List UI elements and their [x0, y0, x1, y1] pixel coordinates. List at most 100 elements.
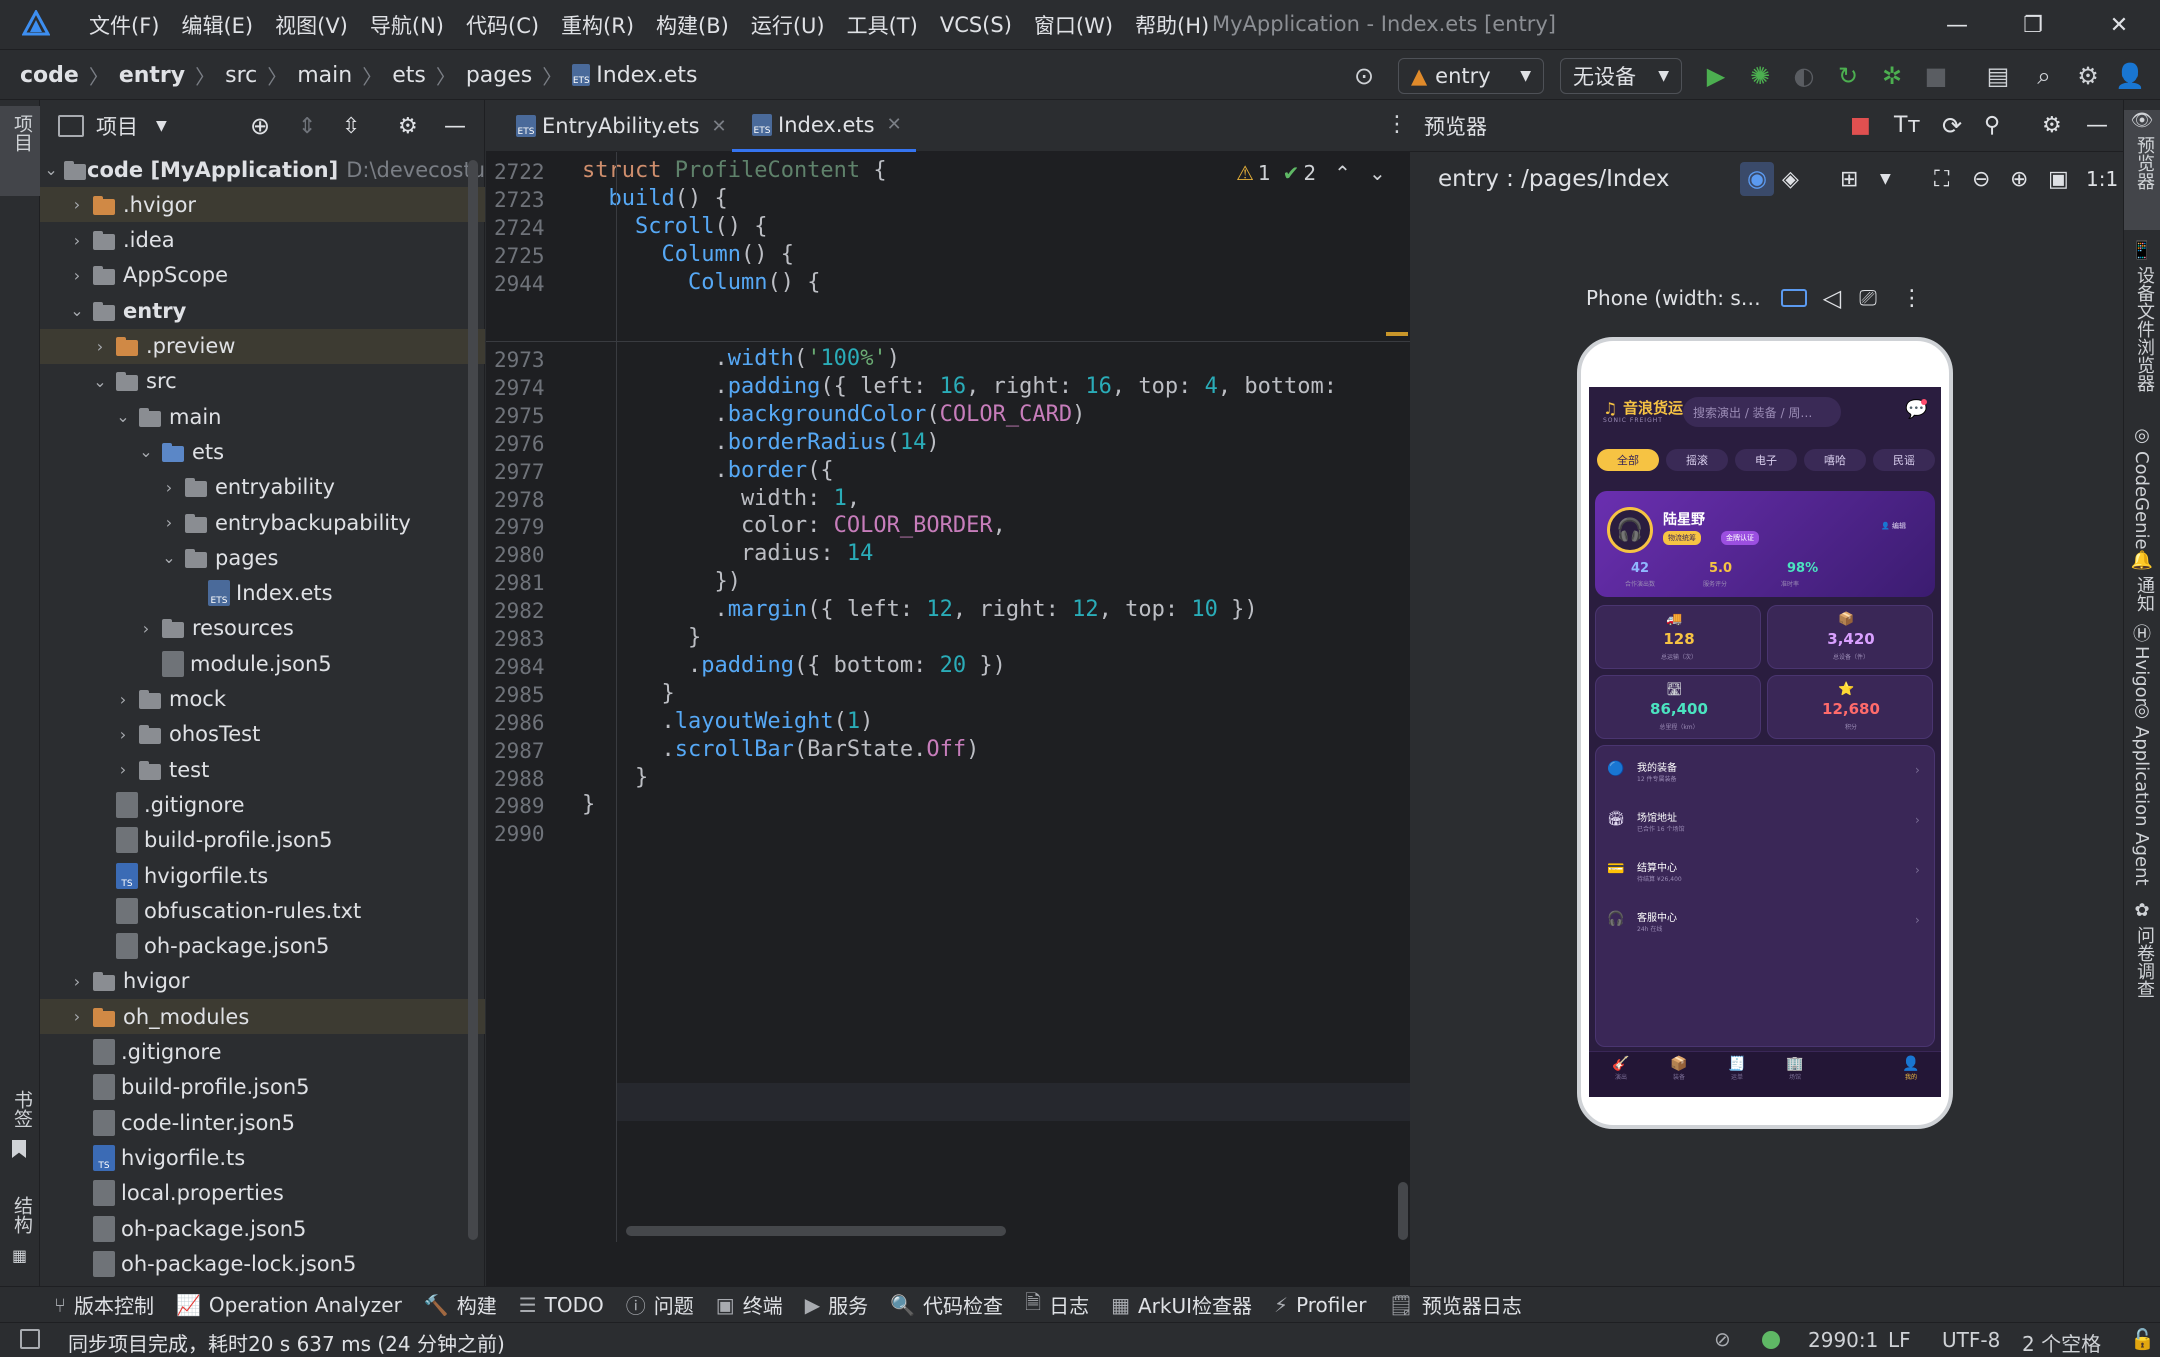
code-line[interactable]: .layoutWeight(1)	[582, 709, 873, 734]
vertical-scrollbar[interactable]	[1398, 1182, 1408, 1240]
menu-item[interactable]: 代码(C)	[455, 10, 550, 40]
chevron-up-icon[interactable]: ⌃	[1334, 161, 1351, 185]
minimize-button[interactable]: —	[1922, 0, 1992, 50]
tree-item[interactable]: ETS Index.ets	[40, 576, 485, 611]
code-line[interactable]: build() {	[582, 186, 728, 211]
inspector-icon[interactable]: ◉	[1740, 162, 1774, 196]
code-line[interactable]: .border({	[582, 458, 833, 483]
bottom-tool-tab[interactable]: 🗒 预览器日志	[1388, 1290, 1521, 1319]
hide-panel-icon[interactable]: —	[444, 114, 466, 139]
attach-debugger-icon[interactable]: ✲	[1876, 60, 1908, 92]
bottom-tool-tab[interactable]: ⚡ Profiler	[1274, 1293, 1366, 1317]
bottom-tool-tab[interactable]: ⓘ 问题	[626, 1290, 694, 1319]
zoom-out-icon[interactable]: ⊖	[1972, 167, 1990, 192]
stop-preview-icon[interactable]: ■	[1850, 113, 1871, 138]
code-line[interactable]: radius: 14	[582, 541, 873, 566]
menu-item[interactable]: VCS(S)	[929, 13, 1023, 37]
chevron-right-icon[interactable]: ›	[90, 337, 110, 356]
code-line[interactable]: }	[582, 792, 595, 817]
bottom-tool-tab[interactable]: 🔨 构建	[424, 1290, 497, 1319]
breadcrumb-item[interactable]: entry	[119, 63, 185, 88]
menu-item[interactable]: 构建(B)	[645, 10, 740, 40]
zoom-in-icon[interactable]: ⊕	[2010, 167, 2028, 192]
tree-item[interactable]: ⌄ code [MyApplication] D:\devecostu	[40, 152, 485, 187]
chevron-right-icon[interactable]: ›	[67, 1007, 87, 1026]
close-button[interactable]: ✕	[2084, 0, 2154, 50]
tree-item[interactable]: › oh_modules	[40, 999, 485, 1035]
right-tool-button[interactable]: Ⓗ Hvigor	[2124, 620, 2160, 705]
code-line[interactable]: .backgroundColor(COLOR_CARD)	[582, 402, 1085, 427]
bottom-tool-tab[interactable]: ⑂ 版本控制	[54, 1290, 154, 1319]
code-line[interactable]: Column() {	[582, 242, 793, 267]
stop-icon[interactable]: ■	[1920, 60, 1952, 92]
tree-item[interactable]: › entrybackupability	[40, 505, 485, 540]
run-icon[interactable]: ▶	[1700, 60, 1732, 92]
breadcrumb-item[interactable]: ets	[392, 63, 426, 88]
bottom-nav-item[interactable]: 🏢 场馆	[1767, 1056, 1823, 1096]
menu-item[interactable]: 编辑(E)	[170, 10, 264, 40]
device-selector[interactable]: 无设备 ▼	[1560, 58, 1682, 94]
multi-device-icon[interactable]: ⊞	[1840, 167, 1858, 192]
breadcrumb-item[interactable]: pages	[466, 63, 532, 88]
bottom-tool-tab[interactable]: ▦ ArkUI检查器	[1111, 1290, 1252, 1319]
tree-item[interactable]: .gitignore	[40, 1035, 485, 1070]
category-chip[interactable]: 全部	[1597, 449, 1659, 471]
menu-item[interactable]: 文件(F)	[78, 10, 170, 40]
profile-menu-item[interactable]: 🏟 场馆地址 已合作 16 个场馆 ›	[1595, 799, 1935, 845]
line-ending[interactable]: LF	[1888, 1328, 1911, 1352]
layers-icon[interactable]: ◈	[1782, 167, 1799, 192]
code-line[interactable]: }	[582, 681, 674, 706]
tree-item[interactable]: ⌄ ets	[40, 434, 485, 469]
tree-item[interactable]: › test	[40, 752, 485, 787]
status-message[interactable]: 同步项目完成，耗时20 s 637 ms (24 分钟之前)	[68, 1328, 505, 1357]
breadcrumb-item[interactable]: src	[225, 63, 257, 88]
inspection-widget[interactable]: ⚠ 1 ✔ 2 ⌃ ⌄	[1236, 158, 1386, 188]
tree-item[interactable]: .gitignore	[40, 787, 485, 822]
chevron-down-icon[interactable]: ▼	[1880, 171, 1891, 187]
hide-panel-icon[interactable]: —	[2086, 113, 2108, 138]
tree-item[interactable]: oh-package-lock.json5	[40, 1246, 485, 1281]
breadcrumb-item[interactable]: code	[20, 63, 79, 88]
cursor-position[interactable]: 2990:1	[1808, 1328, 1878, 1352]
fit-icon[interactable]: ▣	[2048, 167, 2069, 192]
tree-item[interactable]: obfuscation-rules.txt	[40, 893, 485, 928]
category-chip[interactable]: 民谣	[1873, 449, 1935, 471]
device-type-icon[interactable]	[1780, 289, 1807, 307]
structure-tool-button[interactable]: 结构 ▦	[0, 1196, 40, 1276]
tree-item[interactable]: ⌄ entry	[40, 293, 485, 328]
chevron-down-icon[interactable]: ▼	[156, 118, 167, 134]
code-line[interactable]: .padding({ left: 16, right: 16, top: 4, …	[582, 374, 1350, 399]
target-icon[interactable]: ⊙	[1348, 60, 1380, 92]
status-ok-icon[interactable]	[1762, 1331, 1780, 1349]
chevron-right-icon[interactable]: ›	[159, 513, 179, 532]
project-panel-title[interactable]: 项目	[96, 111, 138, 141]
refresh-icon[interactable]: ⟳	[1942, 112, 1962, 140]
tab-entryability[interactable]: ETS EntryAbility.ets ✕	[496, 100, 741, 152]
profile-card[interactable]: 🎧 陆星野 物流统筹 金牌认证 👤 编辑 42 合作演出数 5.0 服务评分 98% 准时…	[1595, 491, 1935, 597]
bottom-tool-tab[interactable]: 🔍 代码检查	[890, 1290, 1003, 1319]
tree-item[interactable]: › AppScope	[40, 258, 485, 293]
menu-item[interactable]: 窗口(W)	[1023, 10, 1124, 40]
close-tab-icon[interactable]: ✕	[712, 116, 727, 137]
code-line[interactable]: .scrollBar(BarState.Off)	[582, 737, 979, 762]
code-line[interactable]: Scroll() {	[582, 214, 767, 239]
bottom-tool-tab[interactable]: ☰ TODO	[519, 1293, 604, 1317]
toggle-panels-icon[interactable]	[20, 1329, 40, 1349]
bottom-tool-tab[interactable]: ▶ 服务	[805, 1290, 868, 1319]
bottom-tool-tab[interactable]: 📈 Operation Analyzer	[176, 1293, 402, 1317]
profile-icon[interactable]: ◐	[1788, 60, 1820, 92]
menu-item[interactable]: 运行(U)	[740, 10, 836, 40]
code-line[interactable]: }	[582, 625, 701, 650]
profile-menu-item[interactable]: 🎧 客服中心 24h 在线 ›	[1595, 899, 1935, 945]
chevron-down-icon[interactable]: ⌄	[90, 372, 110, 391]
restore-button[interactable]: ❐	[1998, 0, 2068, 50]
tree-item[interactable]: › resources	[40, 611, 485, 646]
bookmarks-tool-button[interactable]: 书签	[0, 1090, 40, 1170]
code-line[interactable]: struct ProfileContent {	[582, 158, 887, 183]
lock-icon[interactable]: 🔓	[2130, 1327, 2155, 1351]
right-tool-button[interactable]: ◎ Application Agent	[2124, 700, 2160, 886]
chevron-right-icon[interactable]: ›	[67, 266, 87, 285]
breadcrumb-item[interactable]: main	[297, 63, 352, 88]
tree-item[interactable]: build-profile.json5	[40, 1070, 485, 1105]
category-chip[interactable]: 嘻哈	[1804, 449, 1866, 471]
